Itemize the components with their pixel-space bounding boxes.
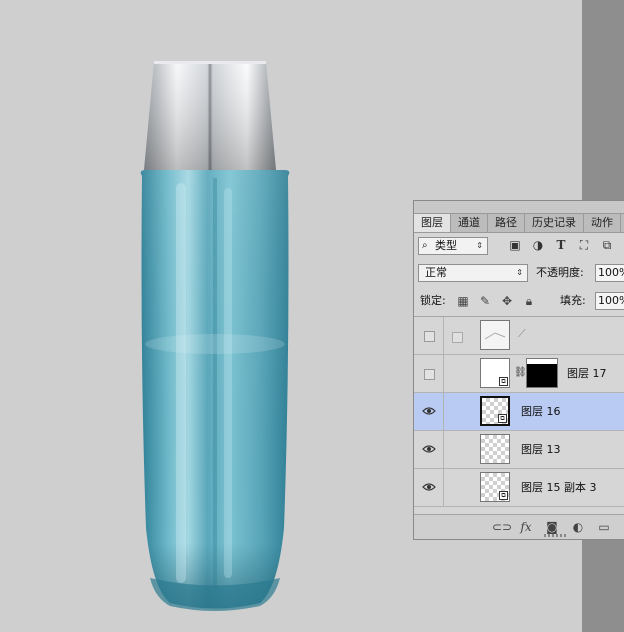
chain-link-icon: ⛓ [514, 367, 527, 378]
layer-name: 图层 17 [567, 367, 607, 380]
lock-all-icon[interactable]: 🔒︎ [522, 294, 536, 308]
tab-channels[interactable]: 通道 [451, 214, 488, 232]
layer-row[interactable]: ⟋ [414, 317, 624, 355]
visibility-toggle[interactable] [414, 317, 444, 354]
chevron-updown-icon: ⇕ [476, 241, 483, 250]
fill-label: 填充: [560, 294, 586, 307]
lock-transparent-pixels-icon[interactable]: ▦ [456, 294, 470, 308]
blend-mode-dropdown[interactable]: 正常 ⇕ [418, 264, 528, 282]
bottle-artwork [140, 61, 290, 611]
opacity-label: 不透明度: [536, 266, 584, 279]
type-filter-icon[interactable]: T [554, 238, 568, 252]
panel-title-bar[interactable] [414, 201, 624, 214]
layer-thumbnail: ⧉ [480, 396, 510, 426]
layer-list: ⟋ ⧉ ⛓ 图层 17 ⧉ 图层 16 图层 13 ⧉ 图层 15 副本 3 [414, 317, 624, 515]
new-group-icon[interactable]: ▭ [596, 519, 612, 535]
panel-footer: ⊂⊃ fx ◙ ◐ ▭ [414, 514, 624, 539]
clip-indicator [452, 332, 463, 343]
shape-filter-icon[interactable]: ⛶ [577, 238, 591, 252]
lock-label: 锁定: [420, 294, 446, 307]
visibility-toggle[interactable] [414, 469, 444, 506]
eye-icon [422, 483, 436, 491]
layer-row[interactable]: ⧉ ⛓ 图层 17 [414, 355, 624, 393]
eye-icon [422, 445, 436, 453]
smart-object-filter-icon[interactable]: ⧉ [600, 238, 614, 252]
smart-object-icon: ⧉ [498, 414, 507, 423]
lock-image-pixels-icon[interactable]: ✎ [478, 294, 492, 308]
brush-icon: ⟋ [518, 327, 526, 340]
layer-name: 图层 15 副本 3 [521, 481, 597, 494]
blend-row: 正常 ⇕ 不透明度: 100% [414, 260, 624, 288]
adjustment-filter-icon[interactable]: ◑ [531, 238, 545, 252]
filter-type-label: 类型 [435, 239, 457, 252]
filter-type-dropdown[interactable]: ⌕ 类型 ⇕ [418, 237, 488, 255]
opacity-input[interactable]: 100% [595, 264, 624, 282]
tab-layers[interactable]: 图层 [414, 214, 451, 232]
layer-row[interactable]: 图层 13 [414, 431, 624, 469]
layer-name: 图层 13 [521, 443, 561, 456]
tab-actions[interactable]: 动作 [584, 214, 621, 232]
visibility-toggle[interactable] [414, 431, 444, 468]
fx-icon[interactable]: fx [518, 519, 534, 535]
layer-row-selected[interactable]: ⧉ 图层 16 [414, 393, 624, 431]
filter-row: ⌕ 类型 ⇕ ▣ ◑ T ⛶ ⧉ [414, 232, 624, 260]
eye-icon [422, 407, 436, 415]
smart-object-icon: ⧉ [499, 491, 508, 500]
visibility-toggle[interactable] [414, 393, 444, 430]
lock-row: 锁定: ▦ ✎ ✥ 🔒︎ 填充: 100% [414, 288, 624, 317]
lock-position-icon[interactable]: ✥ [500, 294, 514, 308]
adjustment-layer-icon[interactable]: ◐ [570, 519, 586, 535]
tab-paths[interactable]: 路径 [488, 214, 525, 232]
resize-grip[interactable] [544, 534, 566, 537]
fill-input[interactable]: 100% [595, 292, 624, 310]
layer-thumbnail [480, 320, 510, 350]
panel-tabs: 图层 通道 路径 历史记录 动作 [414, 214, 624, 233]
layer-row[interactable]: ⧉ 图层 15 副本 3 [414, 469, 624, 507]
image-filter-icon[interactable]: ▣ [508, 238, 522, 252]
visibility-toggle[interactable] [414, 355, 444, 392]
link-layers-icon[interactable]: ⊂⊃ [492, 519, 512, 535]
chevron-updown-icon: ⇕ [516, 268, 523, 277]
search-icon: ⌕ [422, 240, 428, 251]
layer-thumbnail: ⧉ [480, 358, 510, 388]
layer-thumbnail [480, 434, 510, 464]
tab-history[interactable]: 历史记录 [525, 214, 584, 232]
layer-name: 图层 16 [521, 405, 561, 418]
blend-mode-value: 正常 [425, 266, 447, 279]
smart-object-icon: ⧉ [499, 377, 508, 386]
add-mask-icon[interactable]: ◙ [544, 519, 560, 535]
hidden-checkbox [424, 331, 435, 342]
hidden-checkbox [424, 369, 435, 380]
layer-thumbnail: ⧉ [480, 472, 510, 502]
layers-panel: 图层 通道 路径 历史记录 动作 ⌕ 类型 ⇕ ▣ ◑ T ⛶ ⧉ 正常 ⇕ 不… [413, 200, 624, 540]
layer-mask-thumbnail [526, 358, 558, 388]
